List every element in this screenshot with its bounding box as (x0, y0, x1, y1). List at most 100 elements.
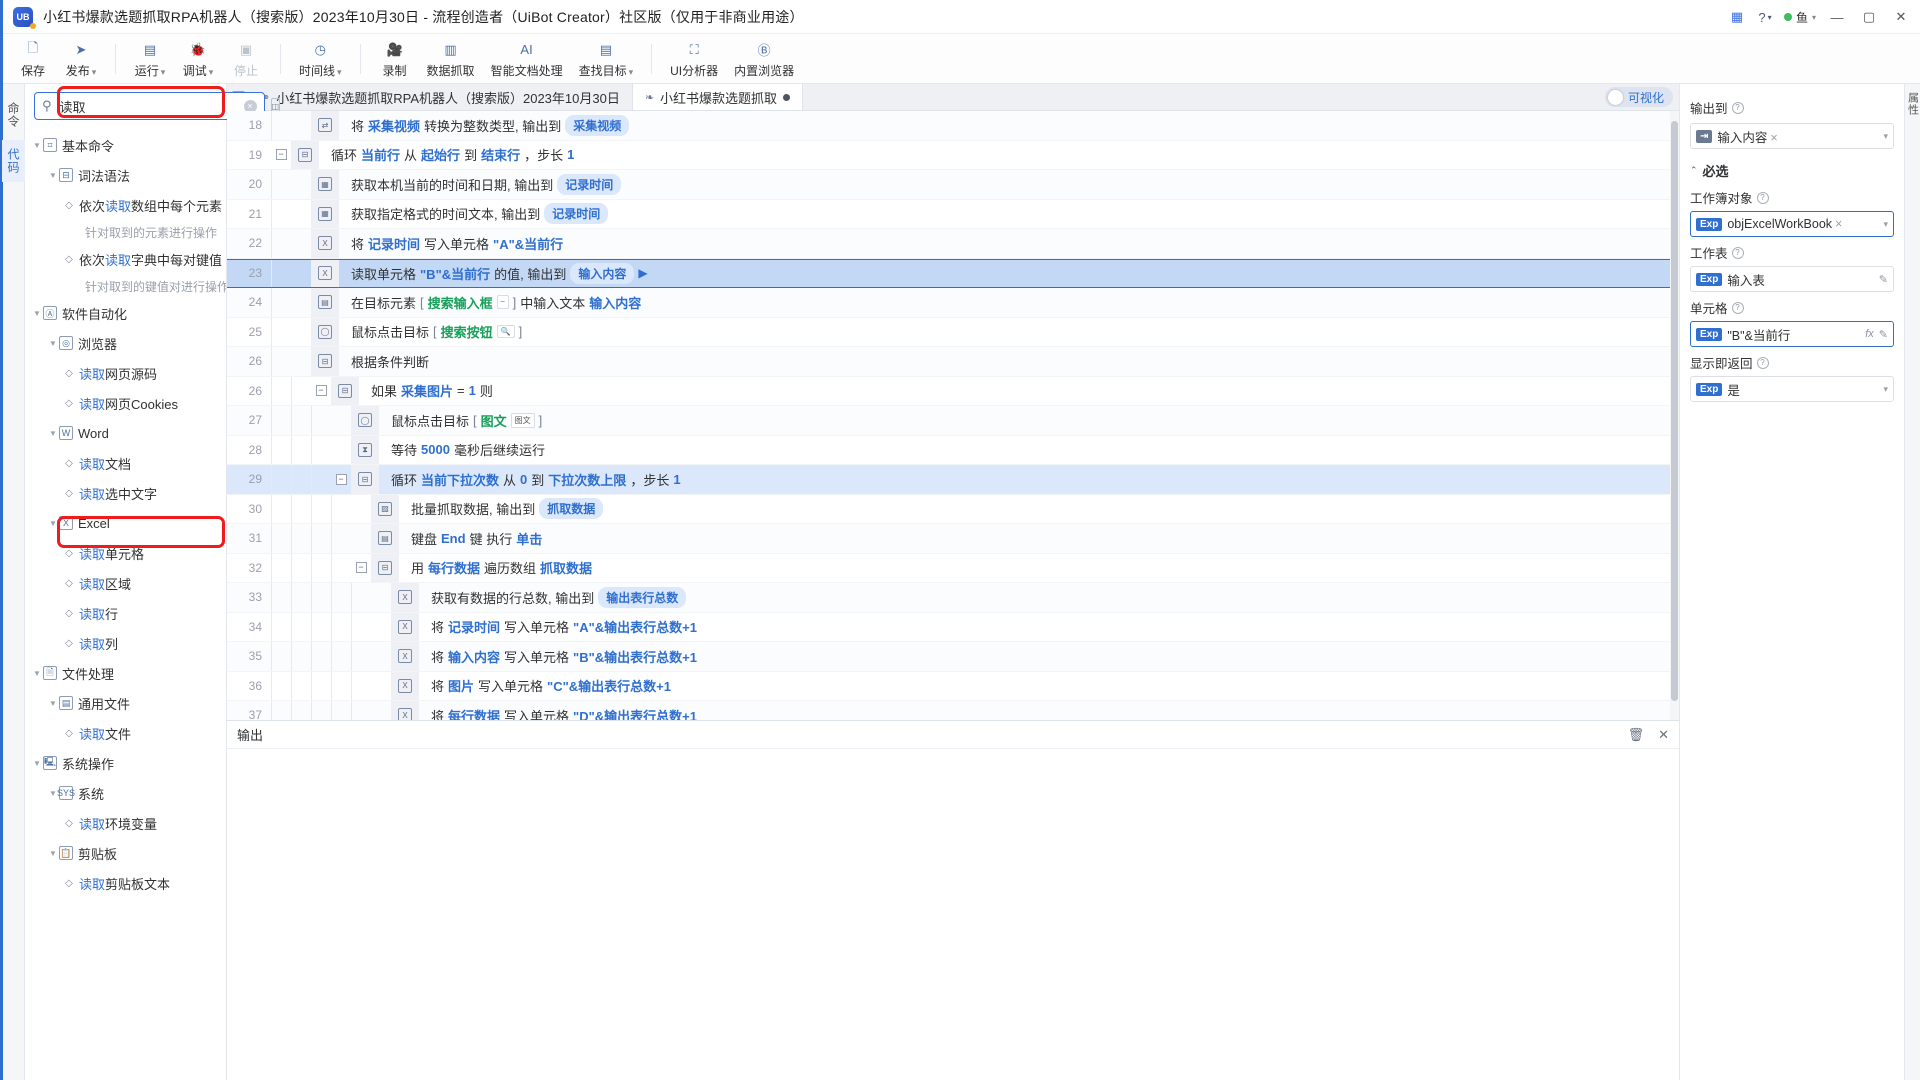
search-input[interactable] (57, 97, 238, 115)
edit-icon[interactable]: ✎ (1879, 328, 1888, 341)
tree-item-读取网页源码[interactable]: ◇ 读取网页源码 (25, 358, 226, 388)
tab-flow[interactable]: ❧ 小红书爆款选题抓取 (632, 84, 804, 110)
collapse-toggle-icon[interactable]: − (355, 562, 367, 574)
fold-cell[interactable]: − (271, 141, 291, 170)
tree-item-系统操作[interactable]: ▼ 🖳 系统操作 (25, 748, 226, 778)
chevron-down-icon[interactable]: ▼ (47, 171, 59, 180)
flow-row[interactable]: 30 ▨ 批量抓取数据, 输出到 抓取数据 (227, 494, 1670, 524)
flow-row[interactable]: 31 ▤ 键盘 End 键 执行 单击 (227, 524, 1670, 554)
close-button[interactable]: ✕ (1886, 0, 1916, 34)
tree-item-浏览器[interactable]: ▼ ◎ 浏览器 (25, 328, 226, 358)
chevron-down-icon[interactable]: ▾ (1883, 384, 1888, 395)
property-field-1[interactable]: Exp 输入表 ✎ (1690, 266, 1894, 292)
chevron-down-icon[interactable]: ▼ (47, 699, 59, 708)
toolbar-button-ui-analyzer[interactable]: ⛶ UI分析器 (662, 36, 726, 82)
flow-vertical-scrollbar[interactable] (1670, 111, 1679, 720)
help-icon[interactable]: ? (1731, 101, 1744, 114)
flow-row[interactable]: 36 X 将图片 写入单元格 "C"&输出表行总数+1 (227, 671, 1670, 701)
help-icon[interactable]: ? (1731, 301, 1744, 314)
flow-row[interactable]: 21 ▦ 获取指定格式的时间文本, 输出到 记录时间 (227, 199, 1670, 229)
chevron-down-icon[interactable]: ▼ (31, 759, 43, 768)
visual-mode-toggle[interactable]: 可视化 (1604, 87, 1673, 107)
toolbar-button-ai-doc[interactable]: AI 智能文档处理 (483, 36, 571, 82)
collapse-toggle-icon[interactable]: − (335, 473, 347, 485)
flow-row[interactable]: 35 X 将输入内容 写入单元格 "B"&输出表行总数+1 (227, 642, 1670, 672)
property-field-0[interactable]: Exp objExcelWorkBook × ▾ (1690, 211, 1894, 237)
toolbar-button-debug[interactable]: 🐞 调试 ▾ (174, 36, 222, 82)
tree-item-读取字典中每对键值[interactable]: ◇ 依次读取字典中每对键值 (25, 244, 226, 274)
fold-cell[interactable]: − (311, 377, 331, 406)
flow-row[interactable]: 23 X 读取单元格 "B"&当前行 的值, 输出到 输入内容 ▶ (227, 258, 1670, 288)
function-icon[interactable]: fx (1865, 328, 1874, 340)
tree-item-Word[interactable]: ▼ W Word (25, 418, 226, 448)
chevron-down-icon[interactable]: ▼ (47, 429, 59, 438)
tab-project[interactable]: ⚭ 小红书爆款选题抓取RPA机器人（搜索版）2023年10月30日 (249, 84, 633, 110)
grid-icon[interactable]: ▦ (1724, 4, 1750, 30)
flow-row[interactable]: 32 − ⊟ 用每行数据 遍历数组 抓取数据 (227, 553, 1670, 583)
maximize-button[interactable]: ▢ (1854, 0, 1884, 34)
toolbar-button-save[interactable]: 🗋 保存 (9, 36, 57, 82)
tree-item-读取环境变量[interactable]: ◇ 读取环境变量 (25, 808, 226, 838)
tree-item-系统[interactable]: ▼ SYS 系统 (25, 778, 226, 808)
chevron-down-icon[interactable]: ▾ (1883, 131, 1888, 142)
tree-item-通用文件[interactable]: ▼ ▤ 通用文件 (25, 688, 226, 718)
toolbar-button-find-target[interactable]: ▤ 查找目标 ▾ (571, 36, 642, 82)
flow-row[interactable]: 26 − ⊟ 如果 采集图片 = 1 则 (227, 376, 1670, 406)
tree-item-剪贴板[interactable]: ▼ 📋 剪贴板 (25, 838, 226, 868)
clear-icon[interactable]: × (1835, 217, 1842, 231)
tree-item-读取数组中每个元素[interactable]: ◇ 依次读取数组中每个元素 (25, 190, 226, 220)
toolbar-button-data-scrape[interactable]: ▥ 数据抓取 (419, 36, 483, 82)
chevron-down-icon[interactable]: ▼ (47, 519, 59, 528)
flow-row[interactable]: 27 ◯ 鼠标点击目标[图文 图文] (227, 406, 1670, 436)
chevron-down-icon[interactable]: ▼ (47, 339, 59, 348)
toolbar-button-record[interactable]: 🎥 录制 (371, 36, 419, 82)
flow-row[interactable]: 25 ◯ 鼠标点击目标[搜索按钮 🔍] (227, 317, 1670, 347)
flow-row[interactable]: 37 X 将每行数据 写入单元格 "D"&输出表行总数+1 (227, 701, 1670, 720)
tree-item-读取选中文字[interactable]: ◇ 读取选中文字 (25, 478, 226, 508)
collapse-toggle-icon[interactable]: − (275, 149, 287, 161)
flow-row[interactable]: 28 ⧗ 等待 5000 毫秒后继续运行 (227, 435, 1670, 465)
left-rail-item-1[interactable]: 代码 (2, 140, 25, 182)
flow-row[interactable]: 34 X 将记录时间 写入单元格 "A"&输出表行总数+1 (227, 612, 1670, 642)
property-field-2[interactable]: Exp "B"&当前行 fx ✎ (1690, 321, 1894, 347)
scrollbar-thumb[interactable] (1671, 121, 1678, 701)
tree-item-读取列[interactable]: ◇ 读取列 (25, 628, 226, 658)
toolbar-button-publish[interactable]: ➤ 发布 ▾ (57, 36, 105, 82)
chevron-down-icon[interactable]: ▼ (47, 849, 59, 858)
chevron-down-icon[interactable]: ▼ (31, 669, 43, 678)
tree-item-软件自动化[interactable]: ▼ Ⓐ 软件自动化 (25, 298, 226, 328)
flow-row[interactable]: 26 ⊟ 根据条件判断 (227, 347, 1670, 377)
toolbar-button-run[interactable]: ▤ 运行 ▾ (126, 36, 174, 82)
tree-item-基本命令[interactable]: ▼ ⌗ 基本命令 (25, 130, 226, 160)
required-section-header[interactable]: ⌃ 必选 (1690, 161, 1894, 180)
run-from-here-icon[interactable]: ▶ (638, 266, 659, 280)
left-rail-item-0[interactable]: 命令 (2, 94, 25, 136)
output-to-field[interactable]: ⇥ 输入内容 × ▾ (1690, 123, 1894, 149)
flow-row[interactable]: 22 X 将记录时间 写入单元格 "A"&当前行 (227, 229, 1670, 259)
help-icon[interactable]: ? (1756, 356, 1769, 369)
tree-item-读取网页Cookies[interactable]: ◇ 读取网页Cookies (25, 388, 226, 418)
toolbar-button-timeline[interactable]: ◷ 时间线 ▾ (291, 36, 350, 82)
tree-item-词法语法[interactable]: ▼ ⊟ 词法语法 (25, 160, 226, 190)
flow-row[interactable]: 18 ⇄ 将采集视频 转换为整数类型, 输出到 采集视频 (227, 111, 1670, 141)
flow-row[interactable]: 24 ▤ 在目标元素[搜索输入框 ⎯] 中输入文本 输入内容 (227, 288, 1670, 318)
help-icon[interactable]: ? (1756, 191, 1769, 204)
tree-item-读取区域[interactable]: ◇ 读取区域 (25, 568, 226, 598)
tree-item-读取剪贴板文本[interactable]: ◇ 读取剪贴板文本 (25, 868, 226, 898)
close-output-icon[interactable]: ✕ (1658, 727, 1669, 743)
tree-item-读取文档[interactable]: ◇ 读取文档 (25, 448, 226, 478)
chevron-down-icon[interactable]: ▼ (31, 141, 43, 150)
edit-icon[interactable]: ✎ (1879, 273, 1888, 286)
tree-item-读取单元格[interactable]: ◇ 读取单元格 (25, 538, 226, 568)
chevron-down-icon[interactable]: ▼ (31, 309, 43, 318)
property-field-3[interactable]: Exp 是 ▾ (1690, 376, 1894, 402)
help-icon[interactable]: ? (1731, 246, 1744, 259)
help-icon[interactable]: ? ▾ (1752, 4, 1778, 30)
output-to-clear-icon[interactable]: × (1770, 131, 1777, 145)
fold-cell[interactable]: − (331, 465, 351, 494)
tree-item-文件处理[interactable]: ▼ 🗎 文件处理 (25, 658, 226, 688)
chevron-down-icon[interactable]: ▾ (1883, 219, 1888, 230)
flow-row[interactable]: 19 − ⊟ 循环 当前行从起始行到结束行 ，步长 1 (227, 140, 1670, 170)
tree-item-Excel[interactable]: ▼ X Excel (25, 508, 226, 538)
collapse-toggle-icon[interactable]: − (315, 385, 327, 397)
